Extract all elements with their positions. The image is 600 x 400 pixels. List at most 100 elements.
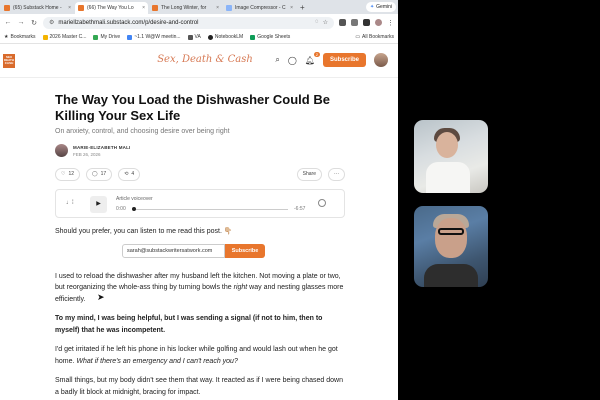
video-call-panel [398,0,600,400]
email-field[interactable] [122,243,225,258]
voiceover-icon: ♩⁞ [66,200,74,206]
folder-icon: ▭ [355,34,361,40]
tab-image-compressor[interactable]: Image Compressor - C × [223,2,296,14]
bookmark-label: 2026 Master C... [49,34,87,40]
glasses [438,228,464,235]
bookmark-item[interactable]: Google Sheets [250,34,290,40]
video-tile-self[interactable] [414,206,488,287]
heart-icon: ♡ [61,171,66,177]
reload-icon[interactable]: ↻ [30,19,38,27]
close-icon[interactable]: × [290,5,293,11]
progress-handle[interactable] [132,207,136,211]
player-label: Article voiceover [116,196,153,202]
gemini-label: Gemini [376,4,392,10]
bell-icon[interactable]: 🔔︎ 2 [305,51,320,65]
site-info-icon[interactable]: ⚙ [49,19,54,26]
paragraph: I'd get irritated if he left his phone i… [55,346,338,365]
new-tab-button[interactable]: + [300,2,305,14]
bookmark-item[interactable]: 2026 Master C... [42,34,87,40]
publish-date: FEB 26, 2026 [73,151,101,157]
more-button[interactable]: ··· [328,167,345,181]
restack-icon: ⟲ [124,171,129,177]
bookmarks-bar: ★ Bookmarks 2026 Master C... My Drive ~1.… [0,31,398,44]
gemini-button[interactable]: ✦ Gemini [365,2,396,12]
bookmark-item[interactable]: ★ Bookmarks [4,34,36,40]
tab-substack-home[interactable]: (65) Substack Home - × [1,2,74,14]
publication-name[interactable]: Sex, Death & Cash [150,54,260,65]
tab-article[interactable]: (66) The Way You Lo × [75,2,148,14]
mouse-cursor: ➤ [97,292,105,302]
participant-body [424,264,478,287]
restack-button[interactable]: ⟲ 4 [118,167,141,181]
comment-icon: ◯ [92,171,98,177]
close-icon[interactable]: × [68,5,71,11]
drive-icon [93,34,99,40]
all-bookmarks[interactable]: ▭ All Bookmarks [355,34,394,40]
publication-logo[interactable]: SEX DEATH CASH [3,54,15,68]
tab-label: (66) The Way You Lo [87,5,134,11]
chat-icon[interactable]: ◯ [288,56,297,65]
back-icon[interactable]: ← [4,19,12,26]
bookmark-favicon-icon [127,34,133,40]
close-icon[interactable]: × [216,5,219,11]
subscribe-form-button[interactable]: Subscribe [225,243,265,258]
article-title: The Way You Load the Dishwasher Could Be… [55,92,330,123]
forward-icon[interactable]: → [17,19,25,26]
bookmark-label: NotebookLM [214,34,244,40]
browser-window: (65) Substack Home - × (66) The Way You … [0,0,398,400]
browser-toolbar: ← → ↻ ⚙ mariellzabethmali.substack.com/p… [0,14,398,31]
author-name[interactable]: MARIE-ELIZABETH MALI [73,145,131,150]
bookmark-favicon-icon [42,34,48,40]
engagement-bar: ♡ 12 ◯ 17 ⟲ 4 Share ··· [55,167,345,181]
article-subtitle: On anxiety, control, and choosing desire… [55,128,230,135]
eye-off-icon[interactable]: ◌ [315,19,319,26]
notification-badge: 2 [313,51,320,57]
tab-long-winter[interactable]: The Long Winter, for × [149,2,222,14]
restack-count: 4 [131,171,135,177]
like-button[interactable]: ♡ 12 [55,167,81,181]
play-button[interactable]: ▶ [90,196,107,213]
extension-icon[interactable] [339,19,346,26]
notebooklm-icon [207,34,213,40]
bookmark-label: VA [194,34,201,40]
bookmark-item[interactable]: ~1.1 W@W meetin... [127,34,181,40]
tab-label: (65) Substack Home - [13,5,62,11]
subscribe-form: Subscribe [122,243,265,258]
tab-label: The Long Winter, for [161,5,207,11]
menu-icon[interactable]: ⋮ [387,19,394,27]
bookmark-item[interactable]: My Drive [93,34,120,40]
profile-icon[interactable] [375,19,382,26]
bookmark-label: Bookmarks [10,34,36,40]
current-time: 0:00 [116,206,126,212]
image-favicon-icon [226,5,232,11]
avatar[interactable] [374,53,388,67]
extension-icon[interactable] [363,19,370,26]
substack-favicon-icon [78,5,84,11]
subscribe-button[interactable]: Subscribe [322,53,366,67]
comment-count: 17 [100,171,107,177]
author-avatar[interactable] [55,144,68,157]
like-count: 12 [68,171,75,177]
close-icon[interactable]: × [142,5,145,11]
participant-body [426,162,470,193]
address-bar[interactable]: ⚙ mariellzabethmali.substack.com/p/desir… [43,16,334,29]
bookmark-label: ~1.1 W@W meetin... [134,34,181,40]
progress-track[interactable] [133,209,288,210]
audio-player: ♩⁞ ▶ Article voiceover 0:00 -6:57 [55,189,345,218]
star-icon[interactable]: ☆ [323,19,328,26]
bookmark-item[interactable]: VA [187,34,201,40]
listen-prompt: Should you prefer, you can listen to me … [55,228,233,235]
share-button[interactable]: Share [296,167,322,181]
bookmark-item[interactable]: NotebookLM [207,34,244,40]
extension-icon[interactable] [351,19,358,26]
article: The Way You Load the Dishwasher Could Be… [55,92,345,398]
bookmark-label: Google Sheets [257,34,291,40]
video-tile-participant[interactable] [414,120,488,193]
remaining-time: -6:57 [294,206,306,212]
tab-label: Image Compressor - C [235,5,286,11]
comment-button[interactable]: ◯ 17 [86,167,113,181]
speed-icon[interactable] [318,199,326,207]
star-icon: ★ [4,34,9,40]
search-icon[interactable]: ⌕ [275,55,279,65]
tab-bar: (65) Substack Home - × (66) The Way You … [0,0,398,14]
